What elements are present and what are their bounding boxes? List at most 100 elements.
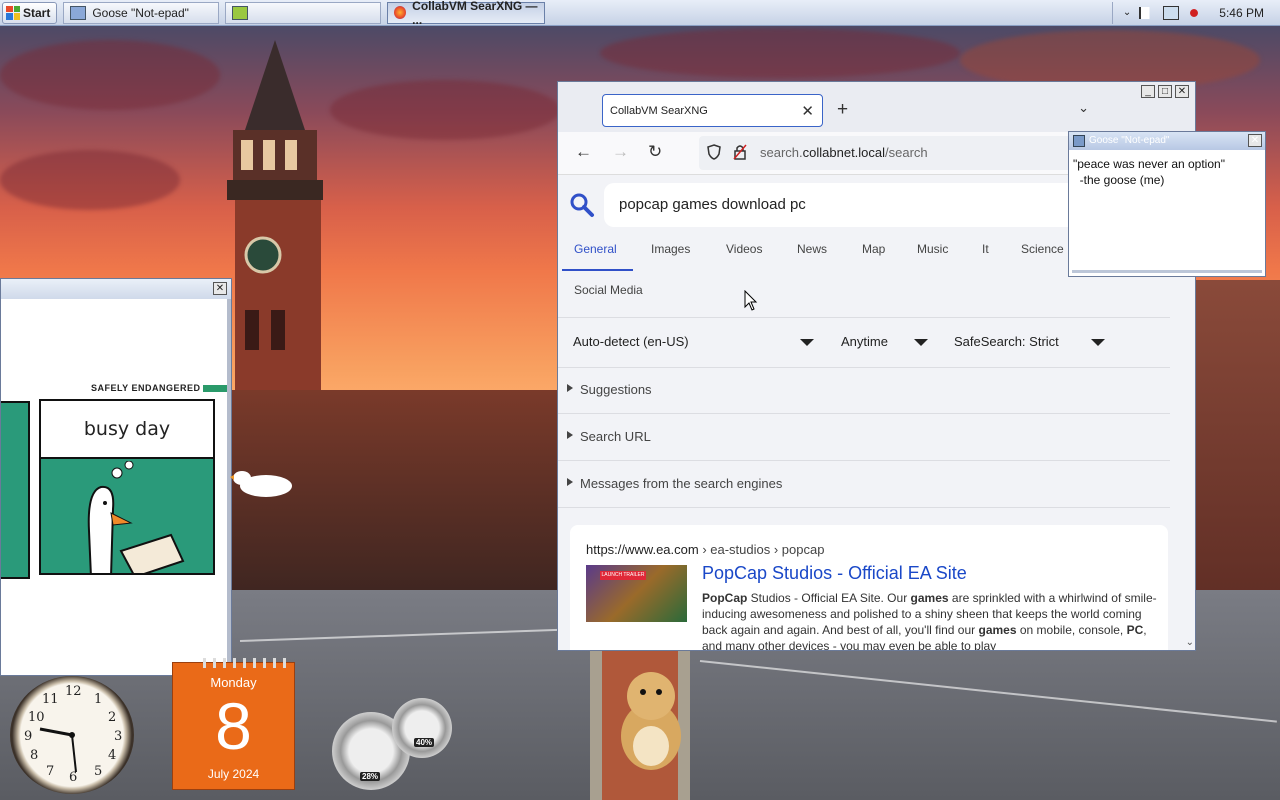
flag-icon[interactable] bbox=[1139, 6, 1156, 19]
notepad-icon bbox=[70, 5, 87, 20]
goose-reading-illustration bbox=[87, 461, 185, 573]
task-goose-notepad[interactable]: Goose "Not-epad" bbox=[63, 1, 220, 24]
close-button[interactable]: ✕ bbox=[1175, 85, 1189, 98]
taskbar: Start Goose "Not-epad" CollabVM SearXNG … bbox=[0, 0, 1280, 27]
cloud bbox=[0, 40, 220, 110]
result-snippet: PopCap Studios - Official EA Site. Our g… bbox=[702, 591, 1157, 650]
suggestions-disclosure[interactable]: Suggestions bbox=[558, 367, 1170, 414]
minimize-button[interactable]: _ bbox=[1141, 85, 1155, 98]
search-input[interactable]: popcap games download pc ✕ bbox=[604, 183, 1090, 227]
chevron-down-icon[interactable]: ⌄ bbox=[1123, 7, 1131, 18]
time-range-select[interactable]: Anytime bbox=[841, 334, 888, 349]
memory-meter-gauge[interactable]: 40% bbox=[392, 698, 452, 758]
calendar-gadget[interactable]: Monday 8 July 2024 bbox=[172, 658, 295, 790]
goose-notepad-window[interactable]: Goose "Not-epad" ✕ "peace was never an o… bbox=[1068, 131, 1266, 277]
network-icon[interactable] bbox=[1163, 5, 1180, 20]
triangle-right-icon bbox=[567, 384, 573, 392]
start-label: Start bbox=[23, 5, 51, 20]
search-url-disclosure[interactable]: Search URL bbox=[558, 414, 1170, 461]
reload-icon[interactable]: ↻ bbox=[648, 142, 662, 162]
hamster-image bbox=[621, 672, 681, 770]
safesearch-select[interactable]: SafeSearch: Strict bbox=[954, 334, 1059, 349]
plus-icon[interactable]: + bbox=[837, 99, 848, 121]
url-bar[interactable]: search.collabnet.local/search ☆ bbox=[699, 136, 1195, 170]
result-url[interactable]: https://www.ea.com › ea-studios › popcap bbox=[586, 542, 824, 557]
language-select[interactable]: Auto-detect (en-US) bbox=[573, 334, 689, 349]
notepad-text[interactable]: "peace was never an option" -the goose (… bbox=[1073, 156, 1225, 188]
tab-news[interactable]: News bbox=[797, 242, 827, 256]
system-tray: ⌄ 5:46 PM bbox=[1111, 1, 1280, 24]
comic-image-window[interactable]: ✕ SAFELY ENDANGERED busy day bbox=[0, 278, 232, 676]
notepad-scroll-edge bbox=[1072, 270, 1262, 273]
comic-panel-previous bbox=[1, 401, 30, 579]
mouse-cursor bbox=[744, 290, 758, 311]
close-icon[interactable]: ✕ bbox=[1248, 134, 1262, 147]
comic-panel: busy day bbox=[39, 399, 215, 575]
tab-bar: CollabVM SearXNG ✕ + ⌄ _ □ ✕ bbox=[558, 82, 1195, 132]
chevron-down-icon[interactable] bbox=[800, 339, 814, 346]
cloud bbox=[330, 80, 560, 140]
maximize-button[interactable]: □ bbox=[1158, 85, 1172, 98]
cloud bbox=[600, 28, 960, 78]
memory-percent: 40% bbox=[414, 738, 435, 747]
tab-general[interactable]: General bbox=[574, 242, 617, 256]
tab-it[interactable]: It bbox=[982, 242, 989, 256]
calendar-rings bbox=[203, 658, 293, 668]
task-unnamed[interactable] bbox=[225, 1, 382, 24]
triangle-right-icon bbox=[567, 431, 573, 439]
search-query-text: popcap games download pc bbox=[619, 196, 806, 213]
tab-images[interactable]: Images bbox=[651, 242, 690, 256]
chevron-down-icon[interactable]: ⌄ bbox=[1078, 100, 1089, 116]
window-controls: _ □ ✕ bbox=[1141, 85, 1189, 98]
window-title: Goose "Not-epad" bbox=[1089, 135, 1170, 146]
engine-messages-disclosure[interactable]: Messages from the search engines bbox=[558, 461, 1170, 508]
comic-caption: busy day bbox=[41, 401, 213, 459]
chevron-down-icon[interactable] bbox=[1091, 339, 1105, 346]
notepad-icon bbox=[1073, 135, 1085, 147]
lock-icon[interactable] bbox=[733, 144, 747, 160]
tab-music[interactable]: Music bbox=[917, 242, 948, 256]
cloud bbox=[0, 150, 180, 210]
search-icon[interactable] bbox=[569, 192, 595, 218]
chevron-down-icon[interactable]: ⌄ bbox=[1186, 637, 1194, 648]
calendar-date: 8 bbox=[215, 689, 252, 763]
tab-searxng[interactable]: CollabVM SearXNG ✕ bbox=[602, 94, 823, 127]
close-icon[interactable]: ✕ bbox=[213, 282, 227, 295]
start-button[interactable]: Start bbox=[2, 1, 58, 24]
chevron-down-icon[interactable] bbox=[914, 339, 928, 346]
forward-icon[interactable]: → bbox=[612, 142, 629, 162]
window-titlebar[interactable]: ✕ bbox=[1, 279, 231, 299]
shield-icon[interactable] bbox=[707, 144, 721, 160]
tab-videos[interactable]: Videos bbox=[726, 242, 762, 256]
result-title-link[interactable]: PopCap Studios - Official EA Site bbox=[702, 563, 967, 584]
tab-map[interactable]: Map bbox=[862, 242, 885, 256]
triangle-right-icon bbox=[567, 478, 573, 486]
calendar-weekday: Monday bbox=[210, 675, 257, 690]
task-browser[interactable]: CollabVM SearXNG — ... bbox=[387, 0, 546, 27]
task-label: Goose "Not-epad" bbox=[92, 5, 189, 20]
cpu-percent: 28% bbox=[360, 772, 381, 781]
street-buildings bbox=[230, 390, 560, 610]
volume-muted-icon[interactable] bbox=[1187, 6, 1202, 19]
url-text: search.collabnet.local/search bbox=[760, 145, 928, 160]
analog-clock-gadget[interactable]: 12 1 2 3 4 5 6 7 8 9 10 11 bbox=[10, 676, 134, 794]
system-clock[interactable]: 5:46 PM bbox=[1219, 6, 1264, 20]
windows-flag-icon bbox=[6, 5, 20, 20]
clock-hands bbox=[39, 727, 77, 773]
desktop-goose[interactable] bbox=[228, 466, 294, 498]
comic-brand: SAFELY ENDANGERED bbox=[91, 383, 227, 393]
tab-title: CollabVM SearXNG bbox=[610, 105, 708, 117]
search-result: https://www.ea.com › ea-studios › popcap… bbox=[570, 525, 1168, 650]
task-label: CollabVM SearXNG — ... bbox=[412, 0, 538, 27]
app-icon bbox=[232, 5, 249, 20]
search-filters: Auto-detect (en-US) Anytime SafeSearch: … bbox=[558, 317, 1170, 368]
comic-image: SAFELY ENDANGERED busy day bbox=[1, 299, 227, 675]
tab-science[interactable]: Science bbox=[1021, 242, 1064, 256]
category-tabs-row2: Social Media bbox=[558, 271, 1170, 318]
thumbnail-tag: LAUNCH TRAILER bbox=[600, 571, 646, 580]
back-icon[interactable]: ← bbox=[575, 142, 592, 162]
tab-social-media[interactable]: Social Media bbox=[574, 283, 643, 297]
result-thumbnail[interactable]: LAUNCH TRAILER bbox=[586, 565, 687, 622]
window-titlebar[interactable]: Goose "Not-epad" ✕ bbox=[1069, 132, 1265, 150]
close-icon[interactable]: ✕ bbox=[801, 95, 814, 128]
